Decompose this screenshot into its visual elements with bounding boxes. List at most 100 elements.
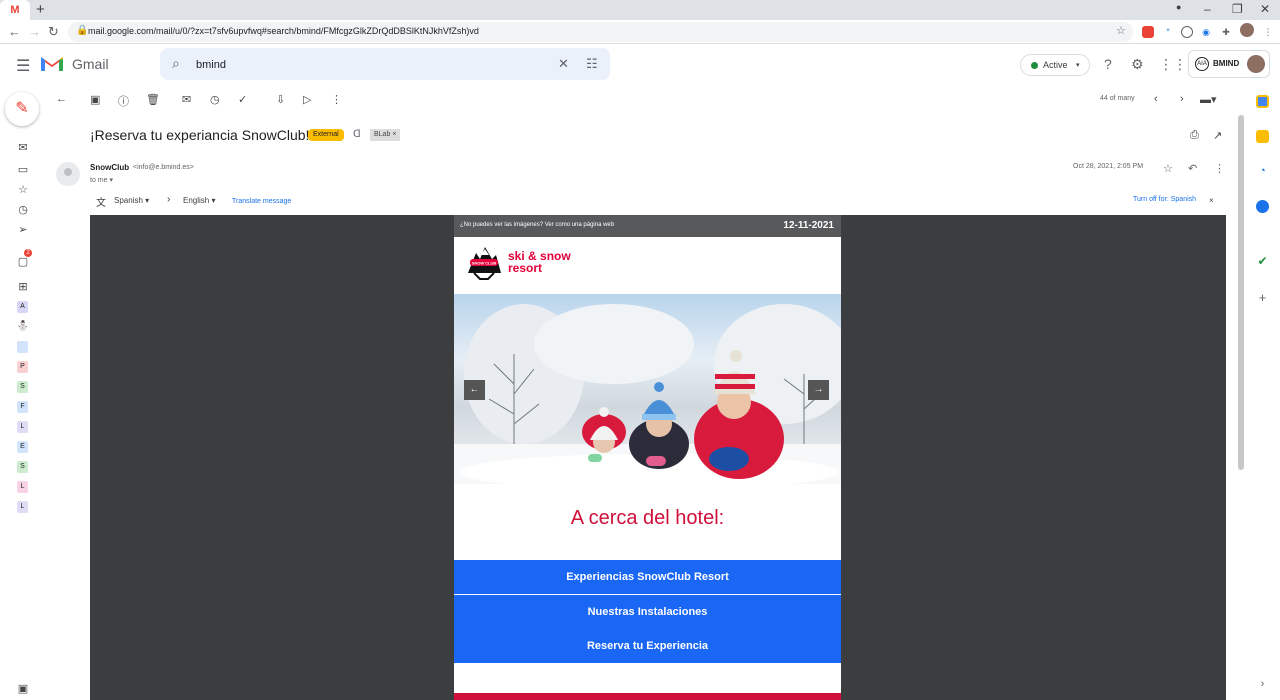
recipient-dropdown[interactable]: to me ▾ (90, 176, 113, 184)
tasks-icon[interactable]: ◔ (1256, 165, 1269, 178)
book-experience-button[interactable]: Reserva tu Experiencia (454, 629, 841, 663)
forward-arrow-icon[interactable]: → (28, 24, 41, 39)
settings-gear-icon[interactable]: ⚙ (1131, 56, 1144, 73)
reply-icon[interactable]: ↶ (1188, 162, 1197, 175)
input-tools-icon[interactable]: ▬▾ (1200, 93, 1217, 106)
mark-unread-icon[interactable]: ✉ (182, 93, 191, 106)
new-tab-button[interactable]: + (36, 1, 45, 18)
importance-marker-icon[interactable]: ᗡ (353, 129, 361, 140)
inbox-icon[interactable]: ▭ (15, 163, 31, 176)
back-to-list-icon[interactable]: ← (56, 93, 67, 105)
view-web-link[interactable]: ¿No puedes ver las imágenes? Ver como un… (460, 222, 614, 228)
snoozed-icon[interactable]: ◷ (15, 203, 31, 216)
main-menu-icon[interactable]: ☰ (16, 56, 30, 76)
label-f[interactable]: F (17, 401, 28, 413)
report-spam-icon[interactable]: ⓘ (118, 93, 129, 109)
label-l3[interactable]: L (17, 501, 28, 513)
search-options-icon[interactable]: ☷ (586, 56, 598, 72)
source-language: Spanish (114, 196, 143, 205)
reload-icon[interactable]: ↻ (48, 24, 59, 40)
spaces-icon[interactable]: ⊞ (15, 280, 31, 293)
clear-search-icon[interactable]: ✕ (558, 56, 569, 72)
facilities-button[interactable]: Nuestras Instalaciones (454, 595, 841, 629)
maximize-button[interactable]: ❐ (1232, 2, 1243, 16)
carousel-prev-button[interactable]: ← (464, 380, 485, 400)
addon-check-icon[interactable]: ✔ (1256, 255, 1269, 268)
carousel-next-button[interactable]: → (808, 380, 829, 400)
translate-message-link[interactable]: Translate message (232, 198, 291, 205)
source-language-select[interactable]: Spanish ▾ (114, 196, 149, 205)
profile-avatar[interactable] (1240, 23, 1254, 37)
close-translate-icon[interactable]: × (1209, 196, 1214, 205)
minimize-button[interactable]: – (1204, 2, 1211, 16)
scrollbar[interactable] (1238, 115, 1244, 470)
account-avatar[interactable] (1247, 55, 1265, 73)
message-more-icon[interactable]: ⋮ (1214, 162, 1225, 175)
mail-icon[interactable]: ✉ (15, 141, 31, 154)
archive-icon[interactable]: ▣ (90, 93, 100, 106)
label-p[interactable]: P (17, 361, 28, 373)
label-icon[interactable]: ▷ (303, 93, 311, 106)
bookmark-star-icon[interactable]: ☆ (1116, 24, 1126, 37)
url-text: mail.google.com/mail/u/0/?zx=t7sfv6upvfw… (88, 26, 479, 36)
older-chevron-icon[interactable]: › (1180, 93, 1184, 105)
sender-name[interactable]: SnowClub (90, 163, 129, 172)
extension-2-icon[interactable]: ° (1162, 26, 1174, 38)
starred-icon[interactable]: ☆ (15, 183, 31, 196)
label-cloud-icon[interactable] (17, 341, 28, 353)
target-language-select[interactable]: English ▾ (183, 196, 216, 205)
search-icon[interactable]: ⌕ (172, 55, 180, 72)
move-to-icon[interactable]: ⇩ (276, 93, 285, 106)
logo-line-2: resort (508, 261, 543, 275)
more-options-icon[interactable]: ⋮ (331, 93, 342, 106)
extensions-puzzle-icon[interactable]: ✚ (1220, 26, 1232, 38)
resort-logo-text: ski & snow resort (508, 250, 571, 274)
add-task-icon[interactable]: ✓ (238, 93, 247, 106)
gmail-tab[interactable]: M (0, 0, 30, 20)
gmail-tab-icon: M (10, 4, 20, 16)
browser-menu-icon[interactable]: ⋮ (1262, 26, 1274, 38)
contacts-icon[interactable] (1256, 200, 1269, 213)
sender-email: <info@e.bmind.es> (133, 164, 194, 171)
remove-label-icon[interactable]: × (392, 131, 396, 138)
close-window-button[interactable]: ✕ (1260, 2, 1270, 16)
meet-video-icon[interactable]: ▣ (15, 682, 31, 695)
compose-button[interactable]: ✎ (5, 92, 39, 126)
extension-3-icon[interactable] (1181, 26, 1193, 38)
label-e[interactable]: E (17, 441, 28, 453)
chevron-down-icon: ▾ (1076, 62, 1080, 69)
snooze-icon[interactable]: ◷ (210, 93, 220, 106)
label-chip[interactable]: BLab × (370, 129, 401, 141)
extension-1-icon[interactable] (1142, 26, 1154, 38)
status-selector[interactable]: Active ▾ (1020, 54, 1090, 76)
label-l2[interactable]: L (17, 481, 28, 493)
keep-icon[interactable] (1256, 130, 1269, 143)
label-s[interactable]: S (17, 381, 28, 393)
label-s2[interactable]: S (17, 461, 28, 473)
experiences-button[interactable]: Experiencias SnowClub Resort (454, 560, 841, 594)
print-icon[interactable]: ⎙ (1190, 129, 1199, 142)
search-bar[interactable]: ⌕ bmind ✕ ☷ (160, 48, 610, 80)
label-l[interactable]: L (17, 421, 28, 433)
back-arrow-icon[interactable]: ← (8, 24, 21, 39)
label-avatar-icon[interactable]: ⛄ (15, 321, 31, 332)
label-a[interactable]: A (17, 301, 28, 313)
calendar-icon[interactable] (1256, 95, 1269, 108)
chevron-right-icon: › (167, 194, 171, 205)
hero-image-carousel[interactable]: ← → (454, 294, 841, 484)
open-new-window-icon[interactable]: ↗ (1213, 129, 1222, 142)
hide-panel-chevron-icon[interactable]: › (1256, 678, 1269, 691)
turn-off-translate-link[interactable]: Turn off for: Spanish (1133, 196, 1196, 203)
help-icon[interactable]: ? (1104, 56, 1112, 72)
extension-4-icon[interactable]: ◉ (1200, 26, 1212, 38)
delete-icon[interactable]: 🗑 (146, 93, 160, 106)
url-bar[interactable]: 🔒 mail.google.com/mail/u/0/?zx=t7sfv6upv… (68, 22, 1133, 42)
get-addons-icon[interactable]: + (1256, 291, 1269, 304)
sent-icon[interactable]: ➢ (15, 223, 31, 236)
account-switcher[interactable]: AIA BMIND (1188, 50, 1270, 78)
apps-grid-icon[interactable]: ⋮⋮ (1159, 56, 1187, 73)
newer-chevron-icon[interactable]: ‹ (1154, 93, 1158, 105)
record-icon[interactable]: ● (1176, 2, 1181, 12)
star-icon[interactable]: ☆ (1163, 162, 1173, 175)
search-input[interactable]: bmind (196, 59, 226, 71)
